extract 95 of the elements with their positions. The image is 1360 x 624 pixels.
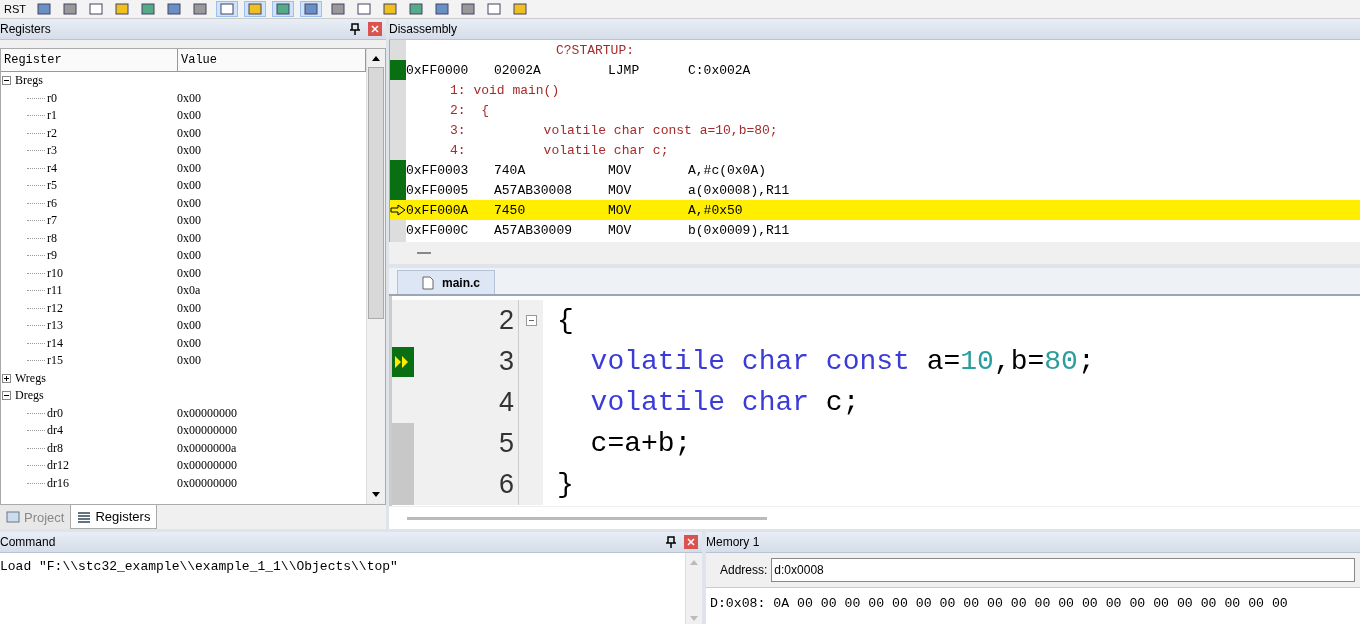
register-value: 0x0000000a	[177, 440, 237, 456]
line-number: 2	[414, 300, 518, 341]
register-name: r14	[47, 335, 63, 351]
line-number: 3	[414, 341, 518, 382]
scrollbar[interactable]	[366, 49, 385, 504]
register-value: 0x00	[177, 318, 201, 334]
code-label: C?STARTUP:	[555, 42, 634, 58]
code-line: }	[556, 469, 574, 500]
register-name: r11	[47, 283, 63, 299]
arrow-icon	[390, 204, 406, 216]
register-value: 0x00	[177, 248, 201, 264]
register-name: r5	[47, 178, 57, 194]
register-name: r7	[47, 213, 57, 229]
register-name: dr4	[47, 423, 63, 439]
register-value: 0x00000000	[177, 475, 237, 491]
panel-title: Disassembly	[389, 22, 457, 36]
register-value: 0x00	[177, 335, 201, 351]
register-name: r0	[47, 90, 57, 106]
register-name: r3	[47, 143, 57, 159]
panel-title: Command	[0, 535, 56, 549]
register-value: 0x00000000	[177, 458, 237, 474]
register-name: r13	[47, 318, 63, 334]
register-name: r6	[47, 195, 57, 211]
pin-icon[interactable]	[350, 23, 360, 35]
line-number: 4	[414, 382, 518, 423]
asm-line: 0xFF0003 740A MOV A,#c(0x0A)	[390, 160, 1360, 180]
register-name: dr16	[47, 475, 69, 491]
address-field[interactable]: d:0x0008	[771, 558, 1356, 582]
reset-button[interactable]: RST	[2, 1, 28, 17]
source-line: 3: volatile char const a=10,b=80;	[449, 122, 778, 138]
source-line: 2: {	[449, 102, 489, 118]
register-value: 0x00	[177, 125, 201, 141]
register-value: 0x00	[177, 108, 201, 124]
file-icon	[422, 275, 434, 290]
register-value: 0x00000000	[177, 405, 237, 421]
source-line: 4: volatile char c;	[449, 142, 669, 158]
register-value: 0x00	[177, 300, 201, 316]
register-group[interactable]: Bregs	[15, 73, 43, 89]
scrollbar[interactable]	[389, 506, 1360, 529]
asm-line: 0xFF000C A57AB30009 MOV b(0x0009),R11	[405, 221, 791, 240]
register-value: 0x0a	[177, 283, 201, 299]
register-name: r1	[47, 108, 57, 124]
register-group[interactable]: Dregs	[15, 388, 44, 404]
collapse-icon[interactable]	[2, 391, 11, 401]
line-number: 6	[414, 464, 518, 505]
line-number: 5	[414, 423, 518, 464]
column-header[interactable]: Register	[1, 49, 178, 71]
register-name: r12	[47, 300, 63, 316]
scroll-thumb[interactable]	[407, 516, 767, 520]
code-line: {	[556, 305, 574, 336]
register-value: 0x00	[177, 90, 201, 106]
register-name: dr0	[47, 405, 63, 421]
list-icon	[77, 510, 92, 523]
window-icon	[6, 511, 20, 523]
register-name: dr12	[47, 458, 69, 474]
memory-row: D:0x08: 0A 00 00 00 00 00 00 00 00 00 00 00 00 00 00 00 00 00 00 00 00 00	[706, 588, 1360, 624]
scroll-thumb[interactable]	[417, 252, 431, 254]
panel-tab[interactable]: Registers	[70, 505, 158, 529]
code-line: c=a+b;	[589, 428, 692, 459]
register-value: 0x00	[177, 143, 201, 159]
panel-title: Registers	[0, 22, 51, 36]
expand-icon[interactable]	[2, 373, 11, 383]
register-name: r2	[47, 125, 57, 141]
register-value: 0x00	[177, 265, 201, 281]
fold-icon[interactable]	[525, 315, 537, 326]
register-name: dr8	[47, 440, 63, 456]
collapse-icon[interactable]	[2, 76, 11, 86]
code-line: volatile char c;	[589, 387, 860, 418]
pin-icon[interactable]	[666, 536, 676, 548]
register-value: 0x00	[177, 178, 201, 194]
register-name: r10	[47, 265, 63, 281]
register-value: 0x00	[177, 353, 201, 369]
register-name: r8	[47, 230, 57, 246]
file-tab[interactable]: main.c	[397, 270, 495, 294]
source-line: 1: void main()	[449, 82, 560, 98]
close-button[interactable]	[368, 22, 382, 36]
register-name: r9	[47, 248, 57, 264]
code-line: volatile char const a=10,b=80;	[589, 346, 1095, 377]
close-button[interactable]	[684, 535, 698, 549]
scroll-thumb[interactable]	[368, 67, 384, 319]
command-output: Load "F:\\stc32_example\\example_1_1\\Objects\\top"	[0, 558, 399, 576]
register-group[interactable]: Wregs	[15, 370, 46, 386]
asm-line: 0xFF0000 02002A LJMP C:0x002A	[390, 60, 1360, 80]
asm-line: 0xFF0005 A57AB30008 MOV a(0x0008),R11	[390, 180, 1360, 200]
register-name: r4	[47, 160, 57, 176]
address-label: Address:	[720, 563, 768, 577]
register-value: 0x00	[177, 213, 201, 229]
register-value: 0x00	[177, 195, 201, 211]
register-name: r15	[47, 353, 63, 369]
register-value: 0x00000000	[177, 423, 237, 439]
panel-title: Memory 1	[706, 535, 760, 549]
register-value: 0x00	[177, 160, 201, 176]
scroll-down-icon[interactable]	[371, 491, 381, 499]
register-value: 0x00	[177, 230, 201, 246]
scroll-up-icon[interactable]	[371, 54, 381, 62]
